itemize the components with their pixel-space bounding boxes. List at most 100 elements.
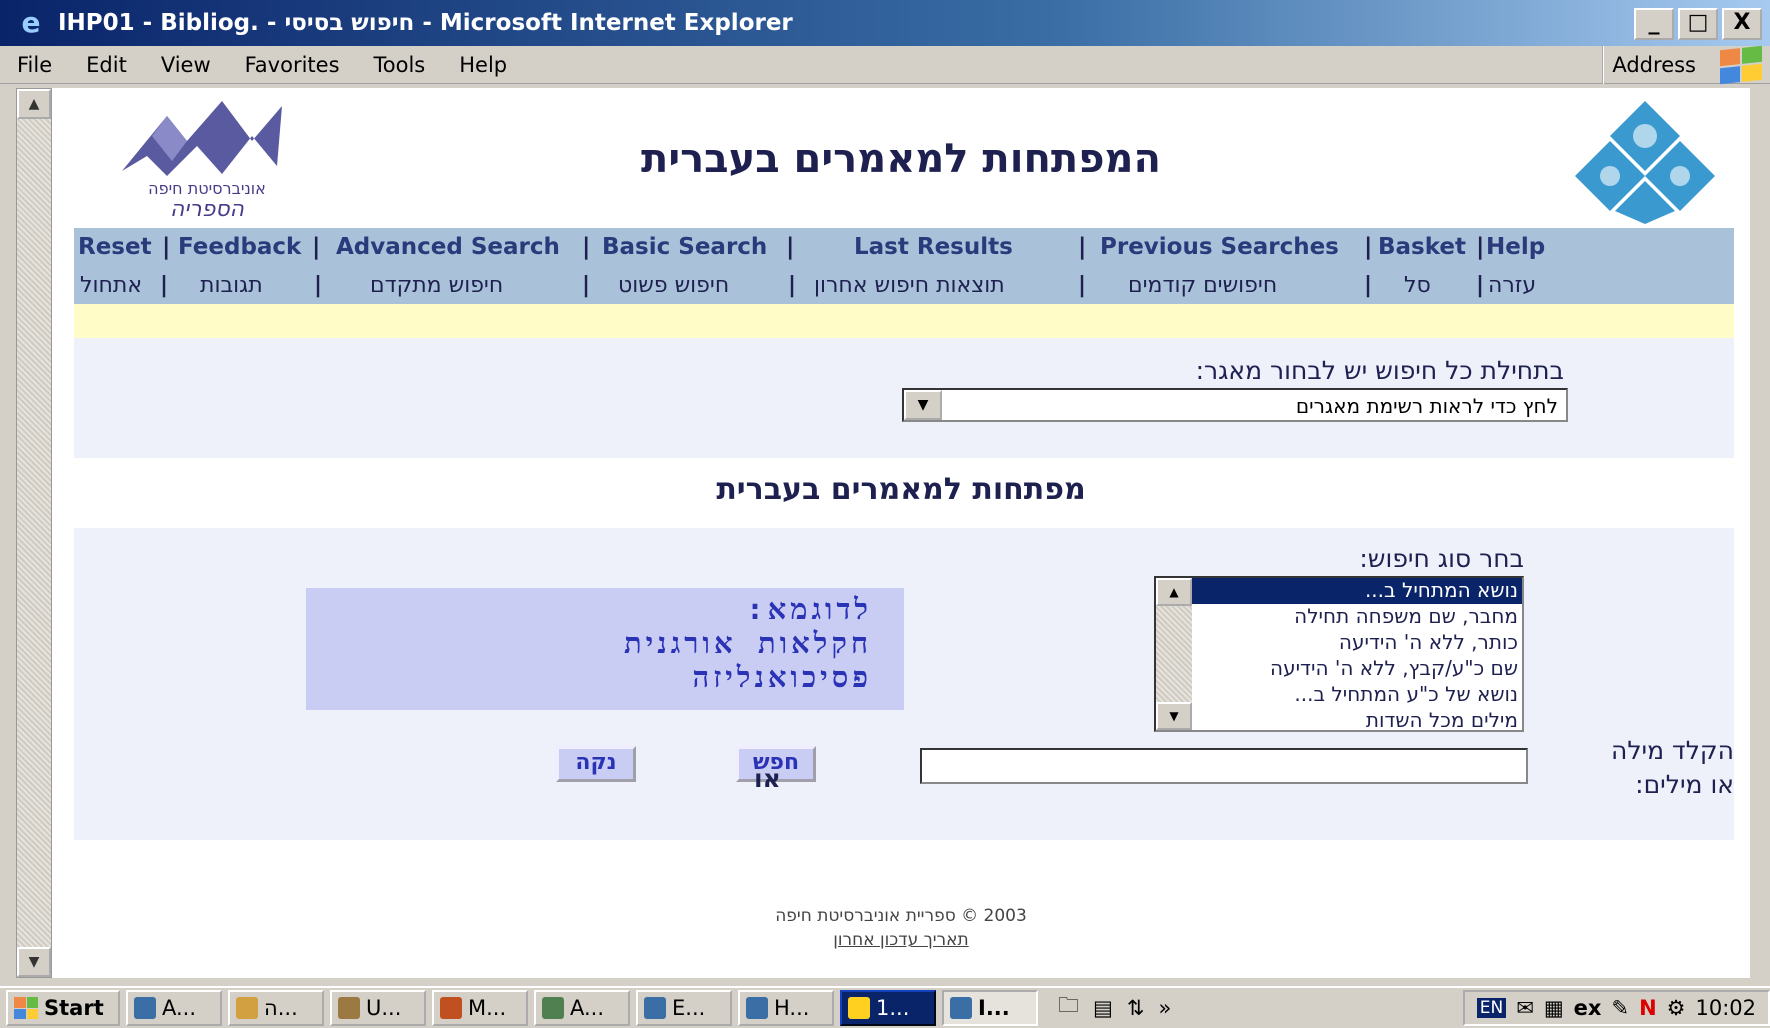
network-icon[interactable]: ▦ [1544, 996, 1564, 1020]
search-type-option[interactable]: נושא של כ"ע המתחיל ב... [1192, 682, 1522, 708]
app-icon [848, 997, 870, 1019]
language-indicator[interactable]: EN [1476, 998, 1507, 1018]
menu-tools[interactable]: Tools [357, 53, 443, 77]
menu-bar: File Edit View Favorites Tools Help [0, 46, 1770, 84]
chevron-down-icon[interactable]: ▼ [904, 390, 942, 420]
nav-he-basic-search[interactable]: חיפוש פשוט [618, 273, 729, 298]
nav-he-previous-searches[interactable]: חיפושים קודמים [1128, 273, 1277, 298]
search-type-list[interactable]: נושא המתחיל ב... מחבר, שם משפחה תחילה כו… [1154, 576, 1524, 732]
folder-icon[interactable]: 🗀 [1058, 991, 1079, 1026]
start-button[interactable]: Start [6, 990, 120, 1026]
address-label[interactable]: Address [1612, 53, 1696, 77]
taskbar-button[interactable]: E... [636, 990, 732, 1026]
page-scrollbar[interactable]: ▲ ▼ [16, 88, 52, 978]
database-select-value: לחץ כדי לראות רשימת מאגרים [1295, 394, 1558, 418]
nav-he-reset[interactable]: אתחול [80, 273, 142, 298]
menu-view[interactable]: View [144, 53, 228, 77]
nav-he-help[interactable]: עזרה [1488, 273, 1536, 298]
list-scroll-down-icon[interactable]: ▼ [1156, 702, 1192, 730]
search-type-option[interactable]: נושא המתחיל ב... [1192, 578, 1522, 604]
menu-help[interactable]: Help [442, 53, 524, 77]
ie-icon [950, 997, 972, 1019]
ie-icon [644, 997, 666, 1019]
taskbar-button[interactable]: 1... [840, 990, 936, 1026]
navigation-bar: Reset | Feedback | Advanced Search | Bas… [74, 228, 1734, 304]
library-emblem-icon [1575, 101, 1715, 224]
search-type-option[interactable]: כותר, ללא ה' הידיעה [1192, 630, 1522, 656]
menu-edit[interactable]: Edit [69, 53, 144, 77]
or-label: או [754, 764, 781, 793]
nav-previous-searches[interactable]: Previous Searches [1100, 234, 1339, 260]
taskbar-button[interactable]: U... [330, 990, 426, 1026]
settings-icon[interactable]: ⚙ [1667, 996, 1686, 1020]
example-line: חקלאות אורגנית [623, 626, 872, 660]
search-type-option[interactable]: מילים מכל השדות [1192, 708, 1522, 734]
footer-copyright: 2003 © ספריית אוניברסיטת חיפה [775, 906, 1027, 926]
taskbar-button[interactable]: M... [432, 990, 528, 1026]
app-icon [134, 997, 156, 1019]
ftp-icon[interactable]: ⇅ [1127, 996, 1145, 1020]
database-select[interactable]: לחץ כדי לראות רשימת מאגרים ▼ [902, 388, 1568, 422]
system-tray: EN ✉ ▦ ex ✎ N ⚙ 10:02 [1462, 990, 1770, 1026]
search-type-label: בחר סוג חיפוש: [1359, 544, 1524, 573]
app-icon [338, 997, 360, 1019]
window-title: IHP01 - Bibliog. - חיפוש בסיסי - Microso… [58, 10, 793, 36]
taskbar-button[interactable]: H... [738, 990, 834, 1026]
message-bar [74, 304, 1734, 338]
document-icon[interactable]: ▤ [1093, 996, 1113, 1020]
pencil-icon[interactable]: ✎ [1611, 996, 1629, 1020]
menu-favorites[interactable]: Favorites [228, 53, 357, 77]
example-line: פסיכואנליזה [692, 660, 872, 694]
clear-button[interactable]: נקה [556, 746, 636, 782]
nav-he-feedback[interactable]: תגובות [200, 273, 263, 298]
norton-icon[interactable]: N [1639, 996, 1657, 1020]
nav-advanced-search[interactable]: Advanced Search [336, 234, 560, 260]
overflow-chevron-icon[interactable]: » [1158, 996, 1171, 1020]
database-label: בתחילת כל חיפוש יש לבחור מאגר: [1195, 356, 1564, 385]
search-type-option[interactable]: שם כ"ע/קבץ, ללא ה' הידיעה [1192, 656, 1522, 682]
taskbar-button-active[interactable]: I... [942, 990, 1038, 1026]
menu-file[interactable]: File [0, 53, 69, 77]
page-title: המפתחות למאמרים בעברית [641, 136, 1161, 182]
mail-icon[interactable]: ✉ [1516, 996, 1534, 1020]
maximize-button[interactable]: □ [1678, 8, 1718, 40]
app-icon [440, 997, 462, 1019]
address-area: Address [1602, 45, 1770, 85]
scroll-down-button[interactable]: ▼ [17, 947, 51, 977]
close-button[interactable]: X [1722, 8, 1762, 40]
windows-logo-icon [1720, 45, 1762, 85]
title-bar: e IHP01 - Bibliog. - חיפוש בסיסי - Micro… [0, 0, 1770, 46]
nav-help[interactable]: Help [1486, 234, 1545, 260]
ie-icon: e [21, 6, 41, 39]
list-scrollbar[interactable]: ▲ ▼ [1156, 578, 1192, 730]
nav-he-last-results[interactable]: תוצאות חיפוש אחרון [814, 273, 1005, 298]
minimize-button[interactable]: _ [1634, 8, 1674, 40]
nav-feedback[interactable]: Feedback [178, 234, 301, 260]
nav-reset[interactable]: Reset [78, 234, 152, 260]
quick-launch: 🗀 ▤ ⇅ » [1058, 991, 1171, 1026]
taskbar-button[interactable]: ה... [228, 990, 324, 1026]
keyword-input[interactable] [920, 748, 1528, 784]
section-title: מפתחות למאמרים בעברית [716, 472, 1086, 507]
browser-window: e IHP01 - Bibliog. - חיפוש בסיסי - Micro… [0, 0, 1770, 1028]
example-box: לדוגמא: חקלאות אורגנית פסיכואנליזה [306, 588, 904, 710]
nav-he-advanced-search[interactable]: חיפוש מתקדם [370, 273, 503, 298]
windows-flag-icon [14, 997, 38, 1019]
example-heading: לדוגמא: [746, 592, 872, 626]
nav-basket[interactable]: Basket [1378, 234, 1466, 260]
database-selection-panel: בתחילת כל חיפוש יש לבחור מאגר: לחץ כדי ל… [74, 338, 1734, 458]
scroll-up-button[interactable]: ▲ [17, 89, 51, 119]
taskbar-button[interactable]: A... [534, 990, 630, 1026]
ie-icon [746, 997, 768, 1019]
list-scroll-up-icon[interactable]: ▲ [1156, 578, 1192, 606]
search-type-option[interactable]: מחבר, שם משפחה תחילה [1192, 604, 1522, 630]
last-updated-link[interactable]: תאריך עדכון אחרון [52, 930, 1750, 950]
nav-last-results[interactable]: Last Results [854, 234, 1013, 260]
app-icon [542, 997, 564, 1019]
page-content: אוניברסיטת חיפה הספריה המפתחות למאמרים ב… [52, 88, 1750, 978]
nav-he-basket[interactable]: סל [1404, 273, 1431, 298]
app-tray-icon[interactable]: ex [1574, 996, 1602, 1020]
nav-basic-search[interactable]: Basic Search [602, 234, 767, 260]
taskbar-button[interactable]: A... [126, 990, 222, 1026]
search-panel: בחר סוג חיפוש: נושא המתחיל ב... מחבר, שם… [74, 528, 1734, 840]
